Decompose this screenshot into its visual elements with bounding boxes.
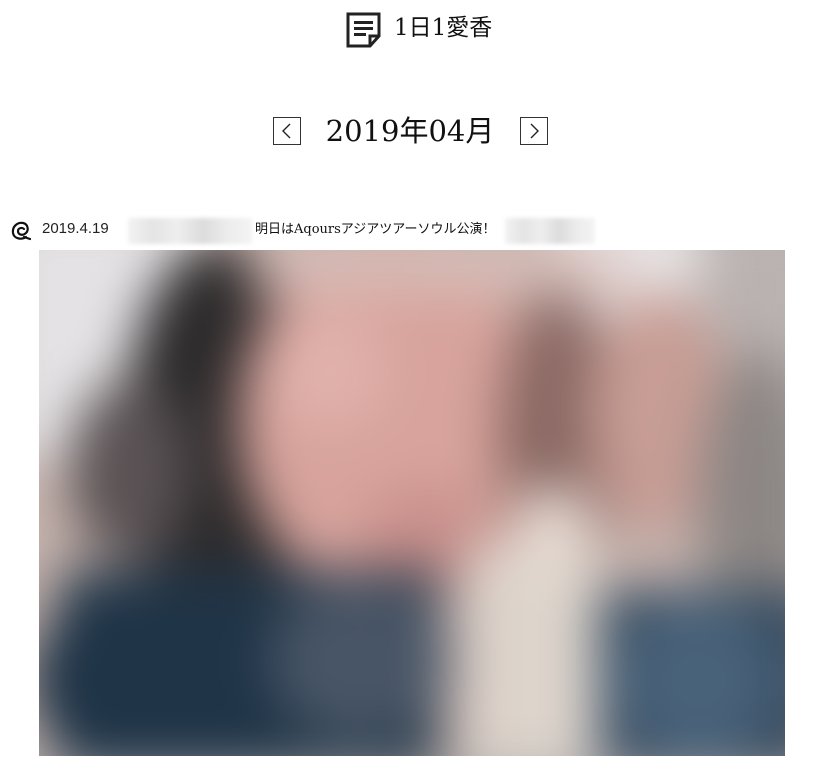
current-month-label: 2019年04月 (325, 114, 495, 148)
chevron-left-icon (282, 123, 291, 139)
post-date[interactable]: 2019.4.19 (42, 219, 109, 239)
chevron-right-icon (530, 123, 539, 139)
next-month-button[interactable] (520, 117, 548, 145)
previous-month-button[interactable] (273, 117, 301, 145)
post-photo[interactable] (39, 250, 785, 756)
site-header: 1日1愛香 (0, 0, 820, 60)
blurred-text (505, 218, 595, 244)
blurred-text (128, 218, 252, 244)
document-icon (346, 12, 381, 48)
site-title[interactable]: 1日1愛香 (394, 12, 492, 44)
post-header: 2019.4.19 明日はAqoursアジアツアーソウル公演！ (0, 215, 820, 245)
post-caption: 明日はAqoursアジアツアーソウル公演！ (255, 222, 496, 237)
blurred-photo (39, 250, 785, 756)
instagram-style-logo-icon[interactable] (10, 220, 32, 242)
month-navigation: 2019年04月 (0, 108, 820, 154)
